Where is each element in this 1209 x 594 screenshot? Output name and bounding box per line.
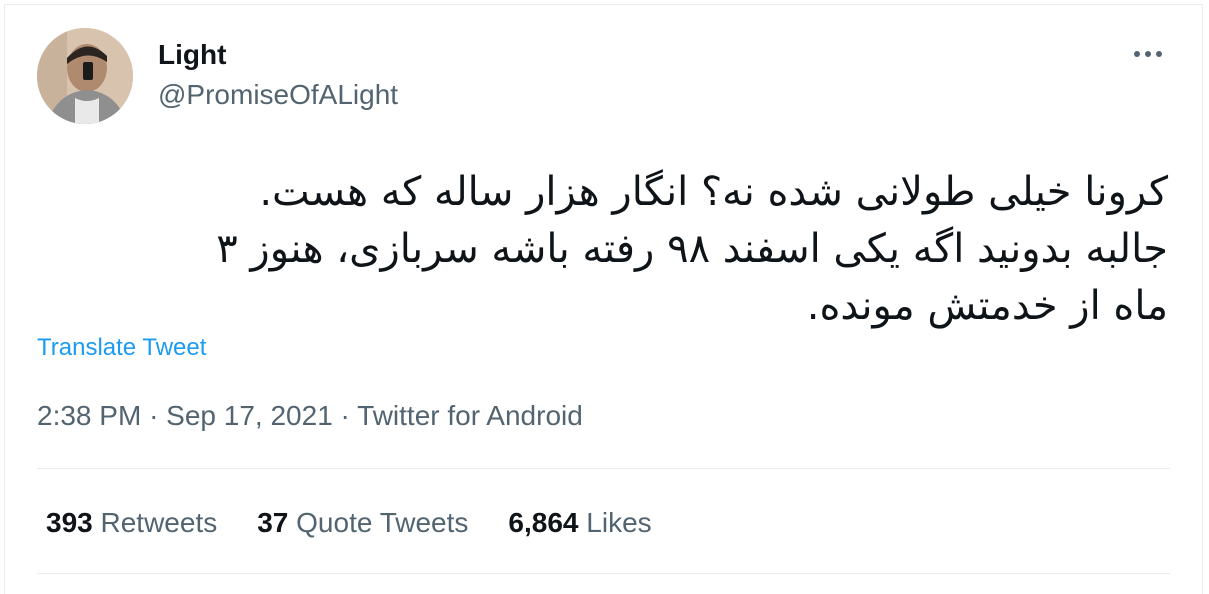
tweet-metadata: 2:38 PM · Sep 17, 2021 · Twitter for And… — [37, 398, 583, 434]
author-display-name[interactable]: Light — [158, 38, 226, 72]
likes-stat[interactable]: 6,864 Likes — [508, 505, 651, 541]
retweets-stat[interactable]: 393 Retweets — [46, 505, 217, 541]
more-options-button[interactable] — [1124, 36, 1172, 72]
likes-label: Likes — [586, 507, 652, 538]
user-avatar-photo-icon — [37, 28, 133, 124]
meta-separator: · — [149, 400, 159, 431]
tweet-source[interactable]: Twitter for Android — [357, 400, 583, 431]
divider — [37, 468, 1170, 469]
author-handle[interactable]: @PromiseOfALight — [158, 78, 398, 112]
divider — [37, 573, 1170, 574]
retweets-label: Retweets — [100, 507, 218, 538]
more-dots-icon — [1145, 51, 1151, 57]
tweet-time[interactable]: 2:38 PM — [37, 400, 141, 431]
more-dots-icon — [1156, 51, 1162, 57]
tweet-text: کرونا خیلی طولانی شده نه؟ انگار هزار سال… — [216, 169, 1168, 329]
translate-tweet-link[interactable]: Translate Tweet — [37, 333, 206, 363]
quote-tweets-label: Quote Tweets — [296, 507, 469, 538]
likes-count: 6,864 — [508, 507, 579, 538]
engagement-stats: 393 Retweets 37 Quote Tweets 6,864 Likes — [46, 505, 652, 541]
quote-tweets-stat[interactable]: 37 Quote Tweets — [257, 505, 468, 541]
meta-separator: · — [340, 400, 350, 431]
avatar[interactable] — [37, 28, 133, 124]
tweet-date[interactable]: Sep 17, 2021 — [166, 400, 333, 431]
more-dots-icon — [1134, 51, 1140, 57]
quote-tweets-count: 37 — [257, 507, 289, 538]
retweets-count: 393 — [46, 507, 93, 538]
